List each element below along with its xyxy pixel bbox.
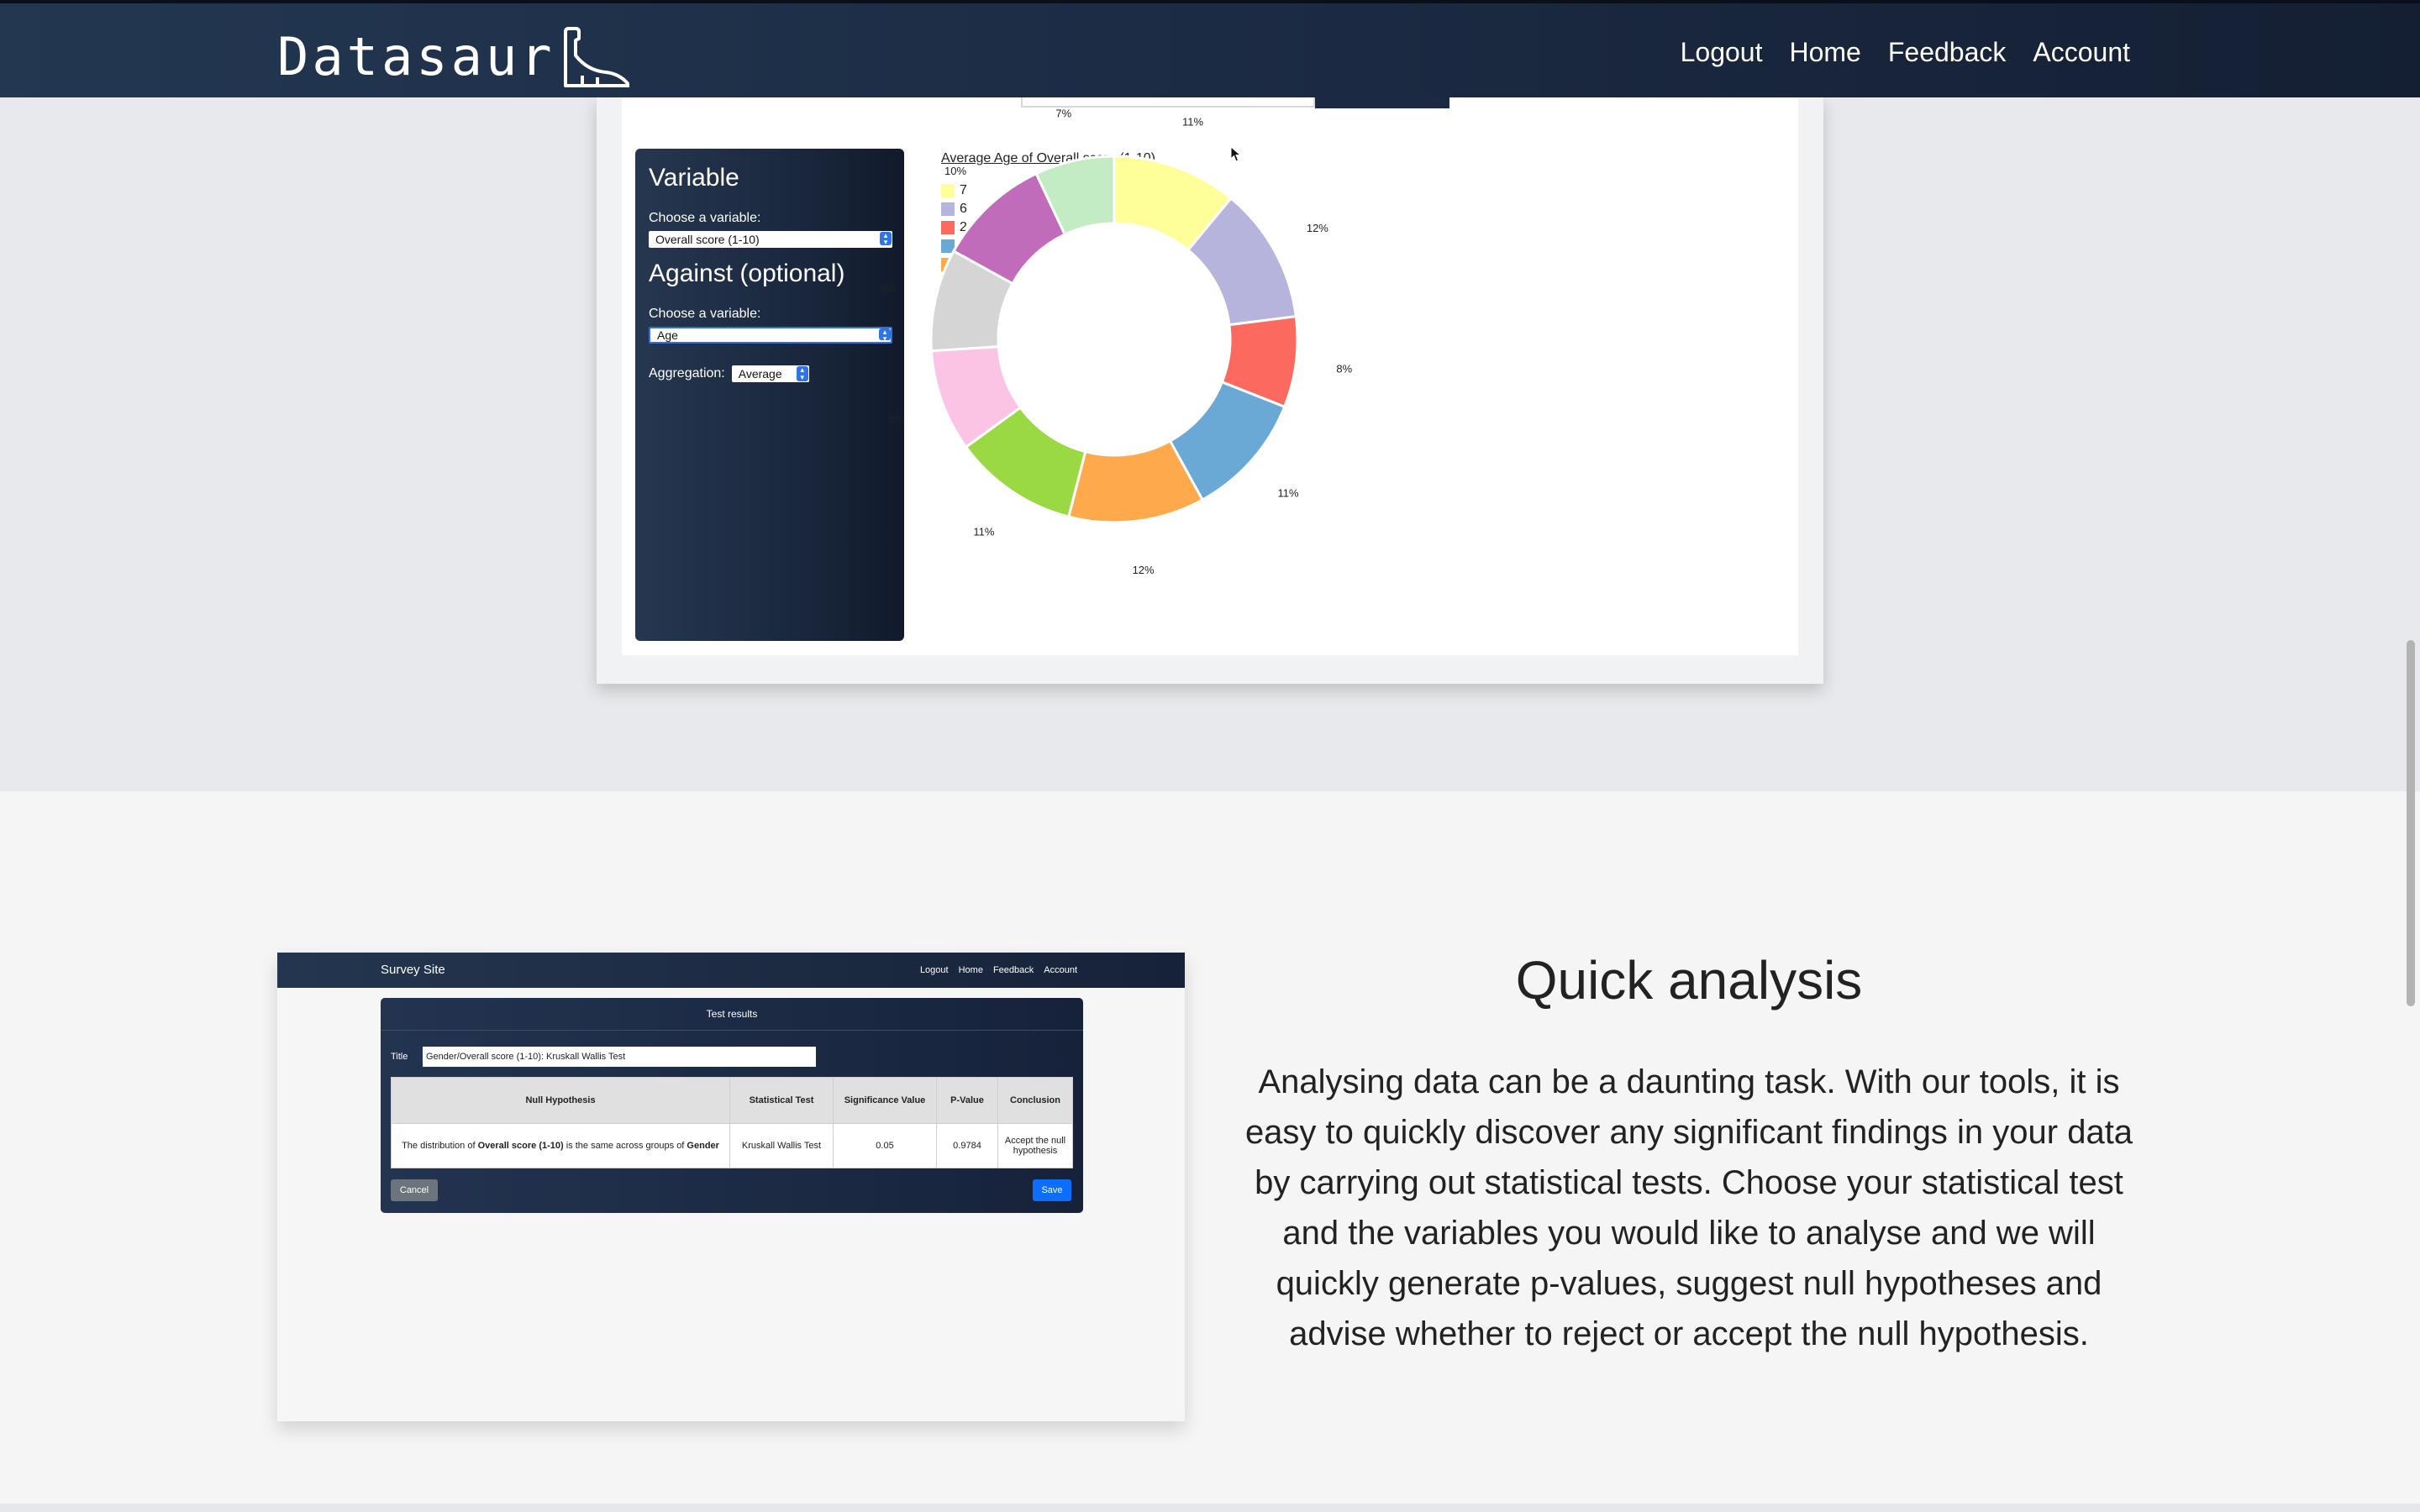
slice-label: 11%: [1182, 115, 1203, 128]
cancel-button: Cancel: [391, 1179, 438, 1201]
hypothesis-group: Gender: [687, 1141, 719, 1151]
statistical-test-cell: Kruskall Wallis Test: [729, 1123, 834, 1168]
slice-label: 10%: [944, 165, 966, 177]
slice-label: 12%: [1307, 222, 1328, 234]
col-p-value: P-Value: [936, 1077, 998, 1124]
hypothesis-pre: The distribution of: [402, 1141, 478, 1151]
nav-logout[interactable]: Logout: [1681, 37, 1763, 68]
quick-analysis-description: Analysing data can be a daunting task. W…: [1244, 1063, 2133, 1352]
conclusion-cell: Accept the null hypothesis: [997, 1123, 1073, 1168]
slice-label: 11%: [973, 525, 994, 538]
donut-chart: 11% 12% 8% 11% 12% 11% 9% 9% 10% 7%: [880, 108, 1352, 576]
table-header-row: Null Hypothesis Statistical Test Signifi…: [391, 1077, 1073, 1124]
survey-nav-account: Account: [1044, 965, 1077, 975]
survey-nav-links: Logout Home Feedback Account: [920, 953, 1077, 988]
dinosaur-icon: [563, 27, 629, 87]
mouse-cursor-icon: [1230, 146, 1242, 162]
survey-brand: Survey Site: [381, 963, 445, 977]
col-conclusion: Conclusion: [997, 1077, 1073, 1124]
slice-label: 9%: [888, 412, 904, 424]
null-hypothesis-cell: The distribution of Overall score (1-10)…: [391, 1123, 730, 1168]
nav-feedback[interactable]: Feedback: [1888, 37, 2007, 68]
title-label: Title: [391, 1052, 408, 1062]
slice-label: 7%: [1055, 108, 1071, 120]
significance-cell: 0.05: [833, 1123, 937, 1168]
save-button: Save: [1033, 1179, 1071, 1201]
scrollbar-thumb[interactable]: [2407, 640, 2415, 1006]
col-significance-value: Significance Value: [833, 1077, 937, 1124]
col-null-hypothesis: Null Hypothesis: [391, 1077, 730, 1124]
survey-nav-feedback: Feedback: [992, 965, 1034, 975]
nav-account[interactable]: Account: [2033, 37, 2130, 68]
survey-nav-logout: Logout: [919, 965, 949, 975]
modal-title: Test results: [381, 998, 1083, 1031]
nav-home[interactable]: Home: [1789, 37, 1860, 68]
survey-nav-home: Home: [958, 965, 983, 975]
slice-label: 11%: [1277, 487, 1298, 500]
survey-navbar: Survey Site Logout Home Feedback Account: [277, 953, 1185, 988]
navbar: Datasaur Logout Home Feedback Account: [0, 0, 2420, 97]
test-results-modal: Test results Title Gender/Overall score …: [381, 998, 1083, 1213]
chart-screenshot-content: Variable Choose a variable: Overall scor…: [622, 97, 1798, 655]
title-field: Gender/Overall score (1-10): Kruskall Wa…: [423, 1047, 816, 1067]
hypothesis-variable: Overall score (1-10): [477, 1141, 564, 1151]
nav-links: Logout Home Feedback Account: [1681, 3, 2130, 101]
slice-label: 8%: [1336, 363, 1352, 375]
p-value-cell: 0.9784: [936, 1123, 998, 1168]
slice-label: 12%: [1133, 564, 1155, 576]
survey-screenshot-card: Survey Site Logout Home Feedback Account…: [277, 953, 1185, 1421]
chart-screenshot-card: Variable Choose a variable: Overall scor…: [597, 97, 1823, 684]
slice-label: 9%: [880, 283, 896, 296]
brand-name: Datasaur: [277, 26, 555, 87]
quick-analysis-title: Quick analysis: [1515, 950, 1863, 1011]
brand-logo[interactable]: Datasaur: [277, 20, 629, 87]
footer-strip: [0, 1504, 2420, 1512]
table-row: The distribution of Overall score (1-10)…: [391, 1123, 1073, 1168]
results-table: Null Hypothesis Statistical Test Signifi…: [391, 1077, 1073, 1168]
col-statistical-test: Statistical Test: [729, 1077, 834, 1124]
hypothesis-mid: is the same across groups of: [563, 1141, 687, 1151]
